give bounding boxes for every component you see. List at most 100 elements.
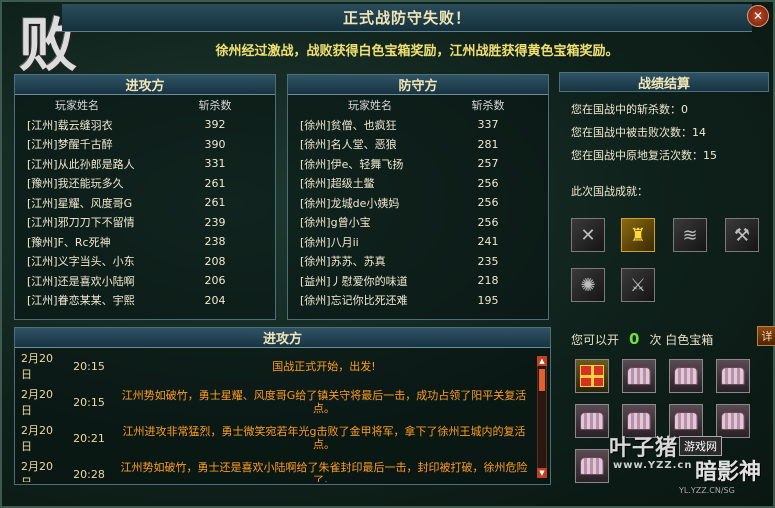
achievements-label: 此次国战成就：	[571, 185, 648, 198]
player-kills: 337	[477, 118, 499, 132]
result-announcement: 徐州经过激战，战败获得白色宝箱奖励，江州战胜获得黄色宝箱奖励。	[215, 44, 619, 59]
log-date: 2月20日	[21, 352, 53, 381]
spiked-mace-icon[interactable]: ✺	[571, 268, 605, 302]
chest-count: 0	[629, 330, 640, 348]
watermark-game-logo: 暗影神	[695, 459, 762, 485]
defense-rows: [徐州]贫僧、也疯狂 337 [徐州]名人堂、恶狼 281 [徐州]伊e、轻舞飞扬 257…	[288, 115, 548, 310]
player-kills: 238	[204, 235, 226, 249]
hammer-icon[interactable]: ⚒	[725, 218, 759, 252]
player-name: [豫州]我还能玩多久	[27, 177, 124, 191]
player-name: [徐州]苏苏、苏真	[300, 255, 386, 269]
scroll-down-icon[interactable]: ▼	[537, 468, 547, 478]
log-entry: 2月20日 20:21 江州进攻非常猛烈，勇士微笑宛若年光g击败了金甲将军，拿下了徐…	[15, 420, 532, 456]
player-row: [徐州]名人堂、恶狼 281	[288, 135, 548, 155]
player-name: [江州]星耀、风度哥G	[27, 196, 133, 210]
defense-panel-title: 防守方	[288, 75, 548, 95]
player-row: [江州]载云缝羽衣 392	[15, 115, 275, 135]
player-row: [徐州]伊e、轻舞飞扬 257	[288, 154, 548, 174]
log-msg: 江州势如破竹，勇士还是喜欢小陆啊给了朱雀封印最后一击，封印被打破，徐州危险了。	[120, 461, 528, 482]
close-button[interactable]: ✕	[747, 5, 769, 27]
player-kills: 257	[477, 157, 499, 171]
chest-info: 您可以开 0 次 白色宝箱 详	[571, 326, 775, 348]
sword-icon[interactable]: ⚔	[621, 268, 655, 302]
player-row: [江州]梦醒千古醉 390	[15, 135, 275, 155]
window-title: 正式战防守失败！	[342, 9, 471, 27]
log-msg: 江州进攻非常猛烈，勇士微笑宛若年光g击败了金甲将军，拿下了徐州王城内的复活点。	[122, 425, 526, 451]
log-entry: 2月20日 20:15 国战正式开始，出发!	[15, 348, 532, 384]
player-row: [徐州]超级土鳖 256	[288, 174, 548, 194]
player-kills: 239	[204, 215, 226, 229]
player-name: [徐州]贫僧、也疯狂	[300, 118, 397, 132]
scroll-thumb[interactable]	[539, 369, 545, 391]
player-name: [徐州]八月ii	[300, 235, 359, 249]
white-chest-icon[interactable]	[716, 359, 750, 393]
player-row: [徐州]忘记你比死还难 195	[288, 291, 548, 311]
log-entry: 2月20日 20:28 江州势如破竹，勇士还是喜欢小陆啊给了朱雀封印最后一击，封印被…	[15, 456, 532, 482]
white-chest-icon[interactable]	[622, 359, 656, 393]
golden-warrior-icon[interactable]: ♜	[621, 218, 655, 252]
summary-title: 战绩结算	[559, 72, 769, 92]
close-icon: ✕	[752, 9, 764, 23]
player-row: [徐州]g曾小宝 256	[288, 213, 548, 233]
player-name: [徐州]超级土鳖	[300, 177, 375, 191]
player-kills: 390	[204, 137, 226, 151]
player-row: [徐州]贫僧、也疯狂 337	[288, 115, 548, 135]
player-kills: 281	[477, 137, 499, 151]
col-kills: 斩杀数	[471, 99, 505, 112]
log-msg: 江州势如破竹，勇士星耀、风度哥G给了镇关守将最后一击，成功占领了阳平关复活点。	[121, 389, 527, 415]
log-time: 20:28	[73, 467, 105, 481]
gift-chest-icon[interactable]	[575, 359, 609, 393]
detail-button[interactable]: 详	[757, 326, 775, 346]
log-time: 20:21	[73, 431, 105, 445]
title-bar: 正式战防守失败！	[62, 4, 752, 32]
player-kills: 208	[204, 254, 226, 268]
player-row: [江州]眷恋某某、宇熙 204	[15, 291, 275, 311]
player-row: [徐州]苏苏、苏真 235	[288, 252, 548, 272]
watermark-url: www.YZZ.cn	[613, 460, 693, 471]
stat-defeated: 您在国战中被击败次数：14	[571, 126, 706, 139]
player-kills: 206	[204, 274, 226, 288]
scroll-up-icon[interactable]: ▲	[537, 356, 547, 366]
player-kills: 218	[477, 274, 499, 288]
player-name: [徐州]伊e、轻舞飞扬	[300, 157, 404, 171]
player-row: [豫州]我还能玩多久 261	[15, 174, 275, 194]
player-row: [豫州]F、Rc死神 238	[15, 232, 275, 252]
player-row: [江州]义字当头、小东 208	[15, 252, 275, 272]
col-kills: 斩杀数	[198, 99, 232, 112]
player-row: [江州]星耀、风度哥G 261	[15, 193, 275, 213]
battle-log-title: 进攻方	[15, 328, 550, 348]
player-row: [徐州]八月ii 241	[288, 232, 548, 252]
player-row: [江州]还是喜欢小陆啊 206	[15, 271, 275, 291]
player-row: [益州]丿慰爱你的味道 218	[288, 271, 548, 291]
player-name: [江州]梦醒千古醉	[27, 138, 113, 152]
attack-panel: 进攻方 玩家姓名 斩杀数 [江州]载云缝羽衣 392 [江州]梦醒千古醉 390 [江州…	[14, 74, 276, 320]
player-name: [徐州]g曾小宝	[300, 216, 371, 230]
player-name: [徐州]龙城de小姨妈	[300, 196, 400, 210]
crossed-blades-icon[interactable]: ✕	[571, 218, 605, 252]
player-name: [徐州]名人堂、恶狼	[300, 138, 397, 152]
summary-panel: 战绩结算 您在国战中的斩杀数：0 您在国战中被击败次数：14 您在国战中原地复活…	[559, 72, 775, 372]
chest-prefix: 您可以开	[571, 332, 620, 347]
player-row: [江州]从此孙郎是路人 331	[15, 154, 275, 174]
player-name: [江州]载云缝羽衣	[27, 118, 113, 132]
dragon-icon[interactable]: ≋	[673, 218, 707, 252]
chest-suffix: 次 白色宝箱	[649, 332, 714, 347]
player-name: [江州]眷恋某某、宇熙	[27, 294, 135, 308]
white-chest-icon[interactable]	[669, 359, 703, 393]
log-time: 20:15	[73, 395, 105, 409]
battle-log-list[interactable]: 2月20日 20:15 国战正式开始，出发! 2月20日 20:15 江州势如破竹，勇士星…	[15, 348, 550, 482]
player-row: [徐州]龙城de小姨妈 256	[288, 193, 548, 213]
battle-result-window: 败 正式战防守失败！ ✕ 徐州经过激战，战败获得白色宝箱奖励，江州战胜获得黄色宝…	[0, 0, 775, 508]
log-date: 2月20日	[21, 424, 53, 453]
player-name: [江州]义字当头、小东	[27, 255, 135, 269]
watermark-badge: 游戏网	[679, 436, 722, 456]
log-date: 2月20日	[21, 460, 53, 482]
site-watermark: 叶子猪 游戏网 www.YZZ.cn 暗影神 YL.YZZ.CN/SG	[595, 430, 765, 500]
log-time: 20:15	[73, 359, 105, 373]
player-kills: 204	[204, 293, 226, 307]
log-scrollbar[interactable]: ▲ ▼	[537, 356, 547, 478]
player-row: [江州]邪刀刀下不留情 239	[15, 213, 275, 233]
player-name: [江州]邪刀刀下不留情	[27, 216, 135, 230]
attack-column-headers: 玩家姓名 斩杀数	[15, 95, 275, 115]
player-name: [江州]从此孙郎是路人	[27, 157, 135, 171]
